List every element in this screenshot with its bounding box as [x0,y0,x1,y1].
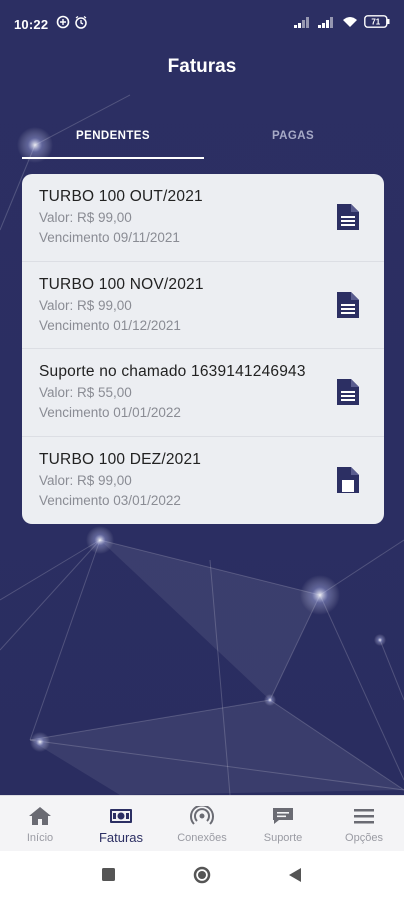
invoice-list: TURBO 100 OUT/2021 Valor: R$ 99,00 Venci… [22,174,384,524]
invoice-due-date: Vencimento 01/12/2021 [39,317,181,333]
invoice-item[interactable]: Suporte no chamado 1639141246943 Valor: … [22,349,384,437]
invoice-item[interactable]: TURBO 100 DEZ/2021 Valor: R$ 99,00 Venci… [22,437,384,525]
chat-icon [273,808,293,824]
status-notification-icons [56,15,88,29]
invoice-title: Suporte no chamado 1639141246943 [39,363,306,380]
alarm-icon [75,15,87,29]
invoice-title: TURBO 100 DEZ/2021 [39,450,202,468]
invoice-value: Valor: R$ 99,00 [39,297,132,313]
nav-item-inicio[interactable]: Início [0,796,80,852]
invoice-value: Valor: R$ 99,00 [39,210,132,225]
status-time: 10:22 [14,17,49,32]
tab-pendentes[interactable]: PENDENTES [22,130,204,142]
nav-label: Conexões [177,832,227,844]
battery-icon: 71 [364,15,390,28]
invoice-title: TURBO 100 OUT/2021 [39,188,203,205]
nav-label: Opções [345,832,383,844]
invoice-icon [110,809,132,823]
invoice-item[interactable]: TURBO 100 OUT/2021 Valor: R$ 99,00 Venci… [22,174,384,262]
app-screen: 10:22 71 Faturas PENDENTES PAGAS TURBO 1… [0,0,404,795]
nav-item-conexoes[interactable]: Conexões [162,796,242,852]
status-right-icons: 71 [294,15,390,28]
status-bar: 10:22 71 [0,0,404,48]
nav-item-suporte[interactable]: Suporte [243,796,323,852]
recent-apps-icon[interactable] [102,868,115,881]
signal-icon [318,16,333,28]
document-icon[interactable] [337,204,359,230]
invoice-value: Valor: R$ 55,00 [39,385,132,400]
invoice-due-date: Vencimento 01/01/2022 [39,405,181,420]
invoice-item[interactable]: TURBO 100 NOV/2021 Valor: R$ 99,00 Venci… [22,262,384,349]
invoice-tabs: PENDENTES PAGAS [0,120,404,160]
bottom-navigation: Início Faturas Conexões Suporte Opções [0,795,404,851]
nav-label: Suporte [263,832,303,844]
svg-text:71: 71 [371,18,380,27]
nav-label: Faturas [98,830,144,845]
wifi-icon [343,16,357,27]
invoice-value: Valor: R$ 99,00 [39,472,132,488]
invoice-due-date: Vencimento 09/11/2021 [39,230,180,245]
document-icon[interactable] [337,291,359,318]
document-icon[interactable] [337,466,359,493]
tab-pagas[interactable]: PAGAS [200,130,386,142]
back-icon[interactable] [289,868,302,882]
nav-item-opcoes[interactable]: Opções [324,796,404,852]
connection-icon [190,806,214,825]
invoice-due-date: Vencimento 03/01/2022 [39,492,181,508]
page-title: Faturas [167,56,237,77]
nav-label: Início [26,832,54,844]
nav-item-faturas[interactable]: Faturas [81,796,161,852]
app-notification-icon [56,15,70,29]
document-icon[interactable] [337,379,359,405]
home-button-icon[interactable] [193,866,211,884]
active-tab-indicator [22,157,204,159]
system-navigation-bar [0,851,404,900]
menu-icon [354,809,374,824]
invoice-title: TURBO 100 NOV/2021 [39,275,204,293]
signal-icon [294,16,309,28]
home-icon [29,807,51,825]
